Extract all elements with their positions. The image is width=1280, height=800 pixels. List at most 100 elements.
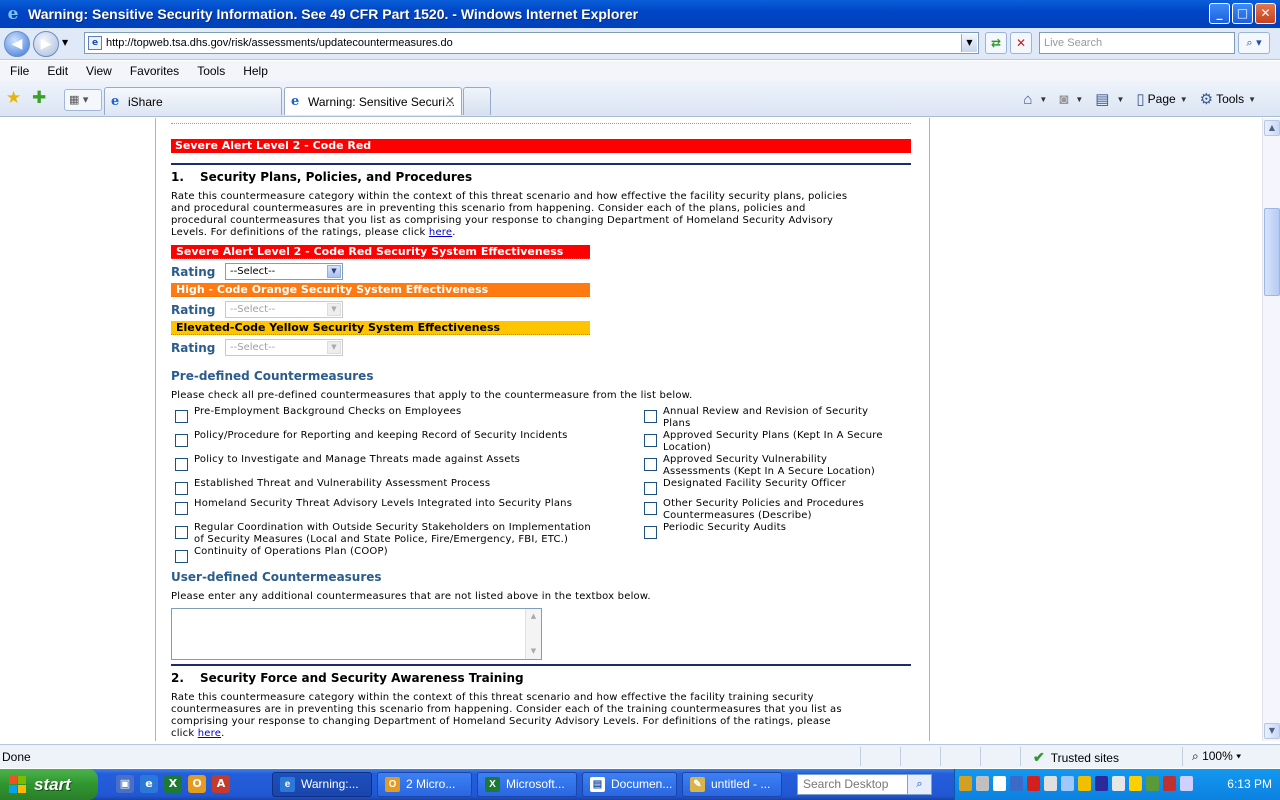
back-button[interactable]: ◀ [4,31,30,57]
checkbox[interactable] [644,502,657,515]
tray-icon[interactable] [1078,776,1091,791]
checkbox[interactable] [175,550,188,563]
volume-icon[interactable] [1180,776,1193,791]
checkbox[interactable] [644,410,657,423]
tray-icon[interactable] [976,776,989,791]
close-button[interactable]: ✕ [1255,3,1276,24]
desktop-icon[interactable]: ▣ [116,775,134,793]
countermeasure-item[interactable]: Policy to Investigate and Manage Threats… [175,454,520,471]
tab-close-icon[interactable]: ✕ [445,94,455,108]
quick-tabs-button[interactable]: ▦ ▾ [64,89,102,111]
print-button[interactable]: ▤ ▼ [1091,89,1128,109]
countermeasure-item[interactable]: Approved Security Plans (Kept In A Secur… [644,430,883,454]
start-button[interactable]: start [0,769,98,800]
menu-edit[interactable]: Edit [38,64,77,78]
excel-launch-icon[interactable]: X [164,775,182,793]
countermeasure-item[interactable]: Periodic Security Audits [644,522,786,539]
countermeasure-item[interactable]: Homeland Security Threat Advisory Levels… [175,498,572,515]
network-icon[interactable] [1061,776,1074,791]
outlook-launch-icon[interactable]: O [188,775,206,793]
countermeasure-item[interactable]: Approved Security Vulnerability Assessmen… [644,454,875,478]
rating-select-yellow[interactable]: --Select-- ▼ [225,339,343,356]
description-line: comprising your response to changing Dep… [171,716,831,727]
desktop-search-input[interactable]: Search Desktop ⌕ [797,774,932,795]
checkbox[interactable] [644,458,657,471]
tray-icon[interactable] [1044,776,1057,791]
minimize-button[interactable]: _ [1209,3,1230,24]
new-tab-button[interactable] [463,87,491,115]
access-launch-icon[interactable]: A [212,775,230,793]
task-paint[interactable]: ✎ untitled - ... [682,772,782,797]
tray-icon[interactable] [1146,776,1159,791]
scroll-down-icon[interactable]: ▼ [1264,723,1280,739]
menu-tools[interactable]: Tools [188,64,234,78]
checkbox[interactable] [175,482,188,495]
rating-select-orange[interactable]: --Select-- ▼ [225,301,343,318]
search-button[interactable]: ⌕ ▾ [1238,32,1270,54]
checkbox[interactable] [175,410,188,423]
maximize-button[interactable]: □ [1232,3,1253,24]
countermeasure-item[interactable]: Established Threat and Vulnerability Ass… [175,478,490,495]
zoom-control[interactable]: ⌕ 100% ▾ [1192,749,1241,764]
task-excel[interactable]: X Microsoft... [477,772,577,797]
menu-help[interactable]: Help [234,64,277,78]
scroll-up-icon[interactable]: ▲ [1264,120,1280,136]
tab-warning[interactable]: e Warning: Sensitive Securi... ✕ [284,87,462,115]
checkbox[interactable] [175,434,188,447]
tray-icon[interactable] [1112,776,1125,791]
countermeasure-item[interactable]: Designated Facility Security Officer [644,478,846,495]
shield-icon[interactable] [1027,776,1040,791]
security-zone[interactable]: ✔ Trusted sites [1033,749,1119,766]
checkbox[interactable] [175,526,188,539]
task-outlook[interactable]: O 2 Micro... [377,772,472,797]
tools-menu-button[interactable]: ⚙ Tools ▼ [1196,89,1260,109]
forward-button[interactable]: ▶ [33,31,59,57]
tray-icon[interactable] [1163,776,1176,791]
tray-icon[interactable] [1095,776,1108,791]
checkbox[interactable] [644,526,657,539]
ie-launch-icon[interactable]: e [140,775,158,793]
checkbox[interactable] [175,458,188,471]
address-field[interactable]: e http://topweb.tsa.dhs.gov/risk/assessm… [84,32,979,54]
ratings-definitions-link[interactable]: here [198,728,221,739]
status-divider [1020,747,1021,766]
tray-icon[interactable] [959,776,972,791]
countermeasure-item[interactable]: Continuity of Operations Plan (COOP) [175,546,388,563]
home-button[interactable]: ⌂ ▼ [1019,89,1051,109]
search-icon[interactable]: ⌕ [907,775,931,794]
stop-button[interactable]: ✕ [1010,32,1032,54]
ratings-definitions-link[interactable]: here [429,227,452,238]
countermeasure-item[interactable]: Pre-Employment Background Checks on Empl… [175,406,461,423]
feeds-button[interactable]: ◙ ▼ [1055,89,1087,109]
menu-view[interactable]: View [77,64,121,78]
scrollbar-thumb[interactable] [1264,208,1280,296]
refresh-button[interactable]: ⇄ [985,32,1007,54]
scroll-up-icon[interactable]: ▲ [527,610,540,623]
favorites-center-icon[interactable]: ★ [6,88,21,108]
countermeasure-item[interactable]: Other Security Policies and Procedures Co… [644,498,864,522]
countermeasure-item[interactable]: Policy/Procedure for Reporting and keepi… [175,430,568,447]
checkbox[interactable] [644,482,657,495]
textarea-scrollbar[interactable]: ▲ ▼ [525,609,541,659]
add-favorite-icon[interactable]: ✚ [32,88,46,108]
tab-ishare[interactable]: e iShare [104,87,282,115]
scroll-down-icon[interactable]: ▼ [527,645,540,658]
tray-icon[interactable] [993,776,1006,791]
countermeasure-item[interactable]: Regular Coordination with Outside Securi… [175,522,591,546]
checkbox[interactable] [175,502,188,515]
task-document[interactable]: ▤ Documen... [582,772,677,797]
page-menu-button[interactable]: ▯ Page ▼ [1132,89,1191,109]
checkbox[interactable] [644,434,657,447]
countermeasure-item[interactable]: Annual Review and Revision of Security Pl… [644,406,868,430]
userdefined-textarea[interactable]: ▲ ▼ [171,608,542,660]
live-search-input[interactable]: Live Search [1039,32,1235,54]
recent-pages-dropdown[interactable]: ▼ [62,38,68,47]
task-ie-warning[interactable]: e Warning:... [272,772,372,797]
address-dropdown-icon[interactable]: ▼ [961,34,977,52]
menu-favorites[interactable]: Favorites [121,64,188,78]
tray-icon[interactable] [1129,776,1142,791]
tray-icon[interactable] [1010,776,1023,791]
menu-file[interactable]: File [0,64,38,78]
page-scrollbar[interactable]: ▲ ▼ [1262,118,1280,741]
rating-select-red[interactable]: --Select-- ▼ [225,263,343,280]
